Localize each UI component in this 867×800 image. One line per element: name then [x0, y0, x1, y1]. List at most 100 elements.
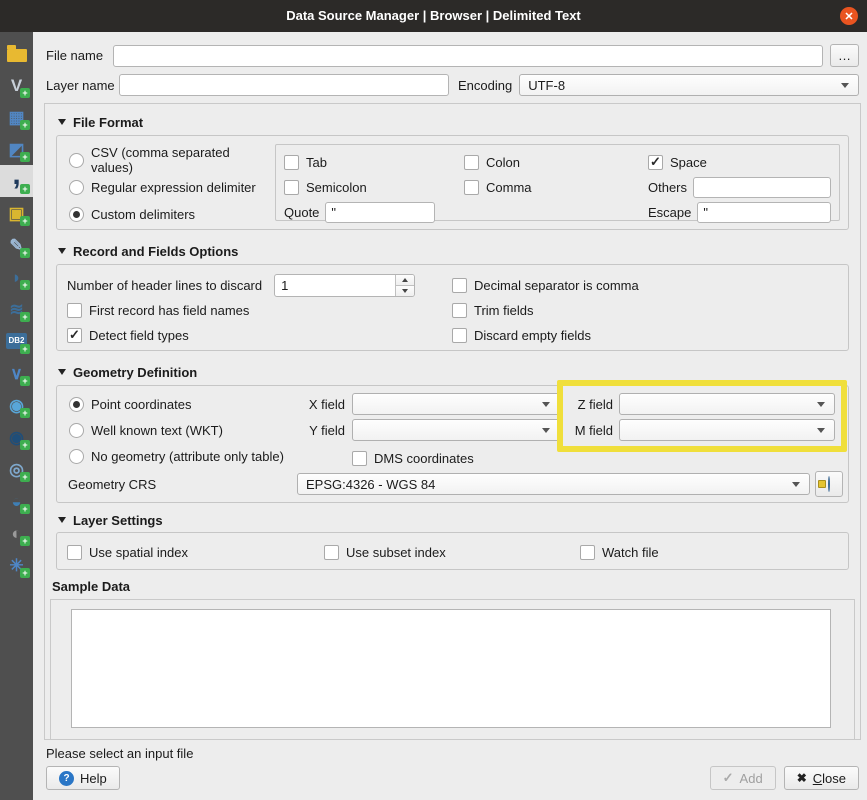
checkbox-tab[interactable]: Tab: [284, 155, 464, 171]
geometry-title: Geometry Definition: [73, 365, 197, 380]
window-close-button[interactable]: ✕: [840, 7, 858, 25]
file-format-section-header[interactable]: File Format: [58, 114, 849, 130]
sidebar-item-mssql[interactable]: ≋+: [0, 293, 33, 325]
layer-settings-group: Use spatial index Use subset index Watch…: [56, 532, 849, 570]
record-fields-title: Record and Fields Options: [73, 244, 238, 259]
sidebar-item-postgresql[interactable]: ◗+: [0, 261, 33, 293]
close-button[interactable]: ✖ Close: [784, 766, 859, 790]
checkbox-control: [352, 451, 367, 466]
radio-custom-delimiters[interactable]: Custom delimiters: [69, 207, 275, 222]
sidebar-item-raster[interactable]: ▦+: [0, 101, 33, 133]
z-field-select[interactable]: [619, 393, 835, 415]
file-name-row: File name …: [46, 44, 859, 67]
sidebar-item-wms[interactable]: ◉+: [0, 389, 33, 421]
sidebar-item-arcgis-rest[interactable]: ◒+: [0, 485, 33, 517]
radio-csv[interactable]: CSV (comma separated values): [69, 152, 275, 168]
sidebar-item-ows[interactable]: ◐+: [0, 517, 33, 549]
status-message: Please select an input file: [46, 746, 859, 761]
encoding-select[interactable]: UTF-8: [519, 74, 859, 96]
checkbox-control: [284, 180, 299, 195]
plus-badge-icon: +: [20, 216, 30, 226]
file-name-input[interactable]: [113, 45, 823, 67]
checkbox-use-spatial-index[interactable]: Use spatial index: [67, 544, 324, 560]
layer-name-row: Layer name Encoding UTF-8: [46, 74, 859, 96]
checkbox-control: [580, 545, 595, 560]
radio-no-geometry[interactable]: No geometry (attribute only table): [69, 448, 284, 464]
sidebar-item-wfs[interactable]: ◎+: [0, 453, 33, 485]
geometry-crs-select[interactable]: EPSG:4326 - WGS 84: [297, 473, 810, 495]
zm-fields-highlight: [557, 380, 847, 452]
checkbox-control: [324, 545, 339, 560]
sidebar-item-geopackage[interactable]: ▣+: [0, 197, 33, 229]
m-field-select[interactable]: [619, 419, 835, 441]
checkbox-comma[interactable]: Comma: [464, 180, 648, 196]
sample-data-table[interactable]: [71, 609, 831, 728]
plus-badge-icon: +: [20, 376, 30, 386]
plus-badge-icon: +: [20, 312, 30, 322]
radio-wkt[interactable]: Well known text (WKT): [69, 422, 223, 438]
plus-badge-icon: +: [20, 280, 30, 290]
window-title: Data Source Manager | Browser | Delimite…: [0, 0, 867, 32]
others-label: Others: [648, 180, 687, 195]
delimited-text-icon: ,: [12, 171, 20, 179]
y-field-label: Y field: [297, 423, 345, 438]
sidebar-item-spatialite[interactable]: ✎+: [0, 229, 33, 261]
geometry-section-header[interactable]: Geometry Definition: [58, 364, 849, 380]
others-input[interactable]: [693, 177, 831, 198]
y-field-select[interactable]: [352, 419, 560, 441]
file-format-title: File Format: [73, 115, 143, 130]
header-lines-spinbox[interactable]: 1: [274, 274, 415, 297]
checkbox-detect-field-types[interactable]: Detect field types: [67, 328, 452, 344]
browse-button[interactable]: …: [830, 44, 859, 67]
title-bar[interactable]: Data Source Manager | Browser | Delimite…: [0, 0, 867, 32]
encoding-label: Encoding: [458, 78, 512, 93]
add-button[interactable]: ✓ Add: [710, 766, 776, 790]
plus-badge-icon: +: [20, 440, 30, 450]
layer-settings-section-header[interactable]: Layer Settings: [58, 512, 849, 528]
checkbox-discard-empty-fields[interactable]: Discard empty fields: [452, 328, 838, 344]
plus-badge-icon: +: [20, 568, 30, 578]
collapse-arrow-icon: [58, 369, 66, 375]
quote-label: Quote: [284, 205, 319, 220]
checkbox-semicolon[interactable]: Semicolon: [284, 180, 464, 196]
checkbox-space[interactable]: Space: [648, 155, 831, 171]
checkbox-control: [464, 180, 479, 195]
x-field-select[interactable]: [352, 393, 560, 415]
radio-point-coordinates[interactable]: Point coordinates: [69, 396, 191, 412]
file-format-group: CSV (comma separated values) Regular exp…: [56, 135, 849, 230]
geometry-group: Point coordinates Well known text (WKT) …: [56, 385, 849, 503]
record-fields-section-header[interactable]: Record and Fields Options: [58, 243, 849, 259]
sidebar-item-browser[interactable]: [0, 37, 33, 69]
sidebar-item-delimited-text[interactable]: ,+: [0, 165, 33, 197]
quote-field: Quote ": [284, 202, 464, 223]
quote-input[interactable]: ": [325, 202, 435, 223]
checkbox-first-record-field-names[interactable]: First record has field names: [67, 303, 452, 319]
layer-settings-title: Layer Settings: [73, 513, 163, 528]
check-icon: ✓: [723, 770, 734, 786]
checkbox-dms-coordinates[interactable]: DMS coordinates: [352, 450, 474, 466]
sidebar-item-db2[interactable]: DB2+: [0, 325, 33, 357]
escape-input[interactable]: ": [697, 202, 831, 223]
checkbox-trim-fields[interactable]: Trim fields: [452, 303, 838, 319]
checkbox-decimal-separator[interactable]: Decimal separator is comma: [452, 278, 838, 294]
sidebar-item-virtual-layer[interactable]: ∨+: [0, 357, 33, 389]
sidebar-item-vector-tile[interactable]: ✳+: [0, 549, 33, 581]
crs-picker-button[interactable]: [815, 471, 843, 497]
radio-regexp[interactable]: Regular expression delimiter: [69, 180, 275, 195]
collapse-arrow-icon: [58, 248, 66, 254]
checkbox-use-subset-index[interactable]: Use subset index: [324, 544, 580, 560]
file-name-label: File name: [46, 48, 106, 63]
collapse-arrow-icon: [58, 119, 66, 125]
checkbox-control: [67, 303, 82, 318]
checkbox-colon[interactable]: Colon: [464, 155, 648, 171]
checkbox-watch-file[interactable]: Watch file: [580, 544, 838, 560]
plus-badge-icon: +: [20, 344, 30, 354]
sidebar-item-vector[interactable]: V+: [0, 69, 33, 101]
help-button[interactable]: ? Help: [46, 766, 120, 790]
layer-name-input[interactable]: [119, 74, 449, 96]
data-source-manager-dialog: Data Source Manager | Browser | Delimite…: [0, 0, 867, 800]
x-field-label: X field: [297, 397, 345, 412]
sidebar-item-wcs[interactable]: ◉+: [0, 421, 33, 453]
globe-edit-icon: [828, 476, 830, 492]
others-field: Others: [648, 177, 831, 198]
